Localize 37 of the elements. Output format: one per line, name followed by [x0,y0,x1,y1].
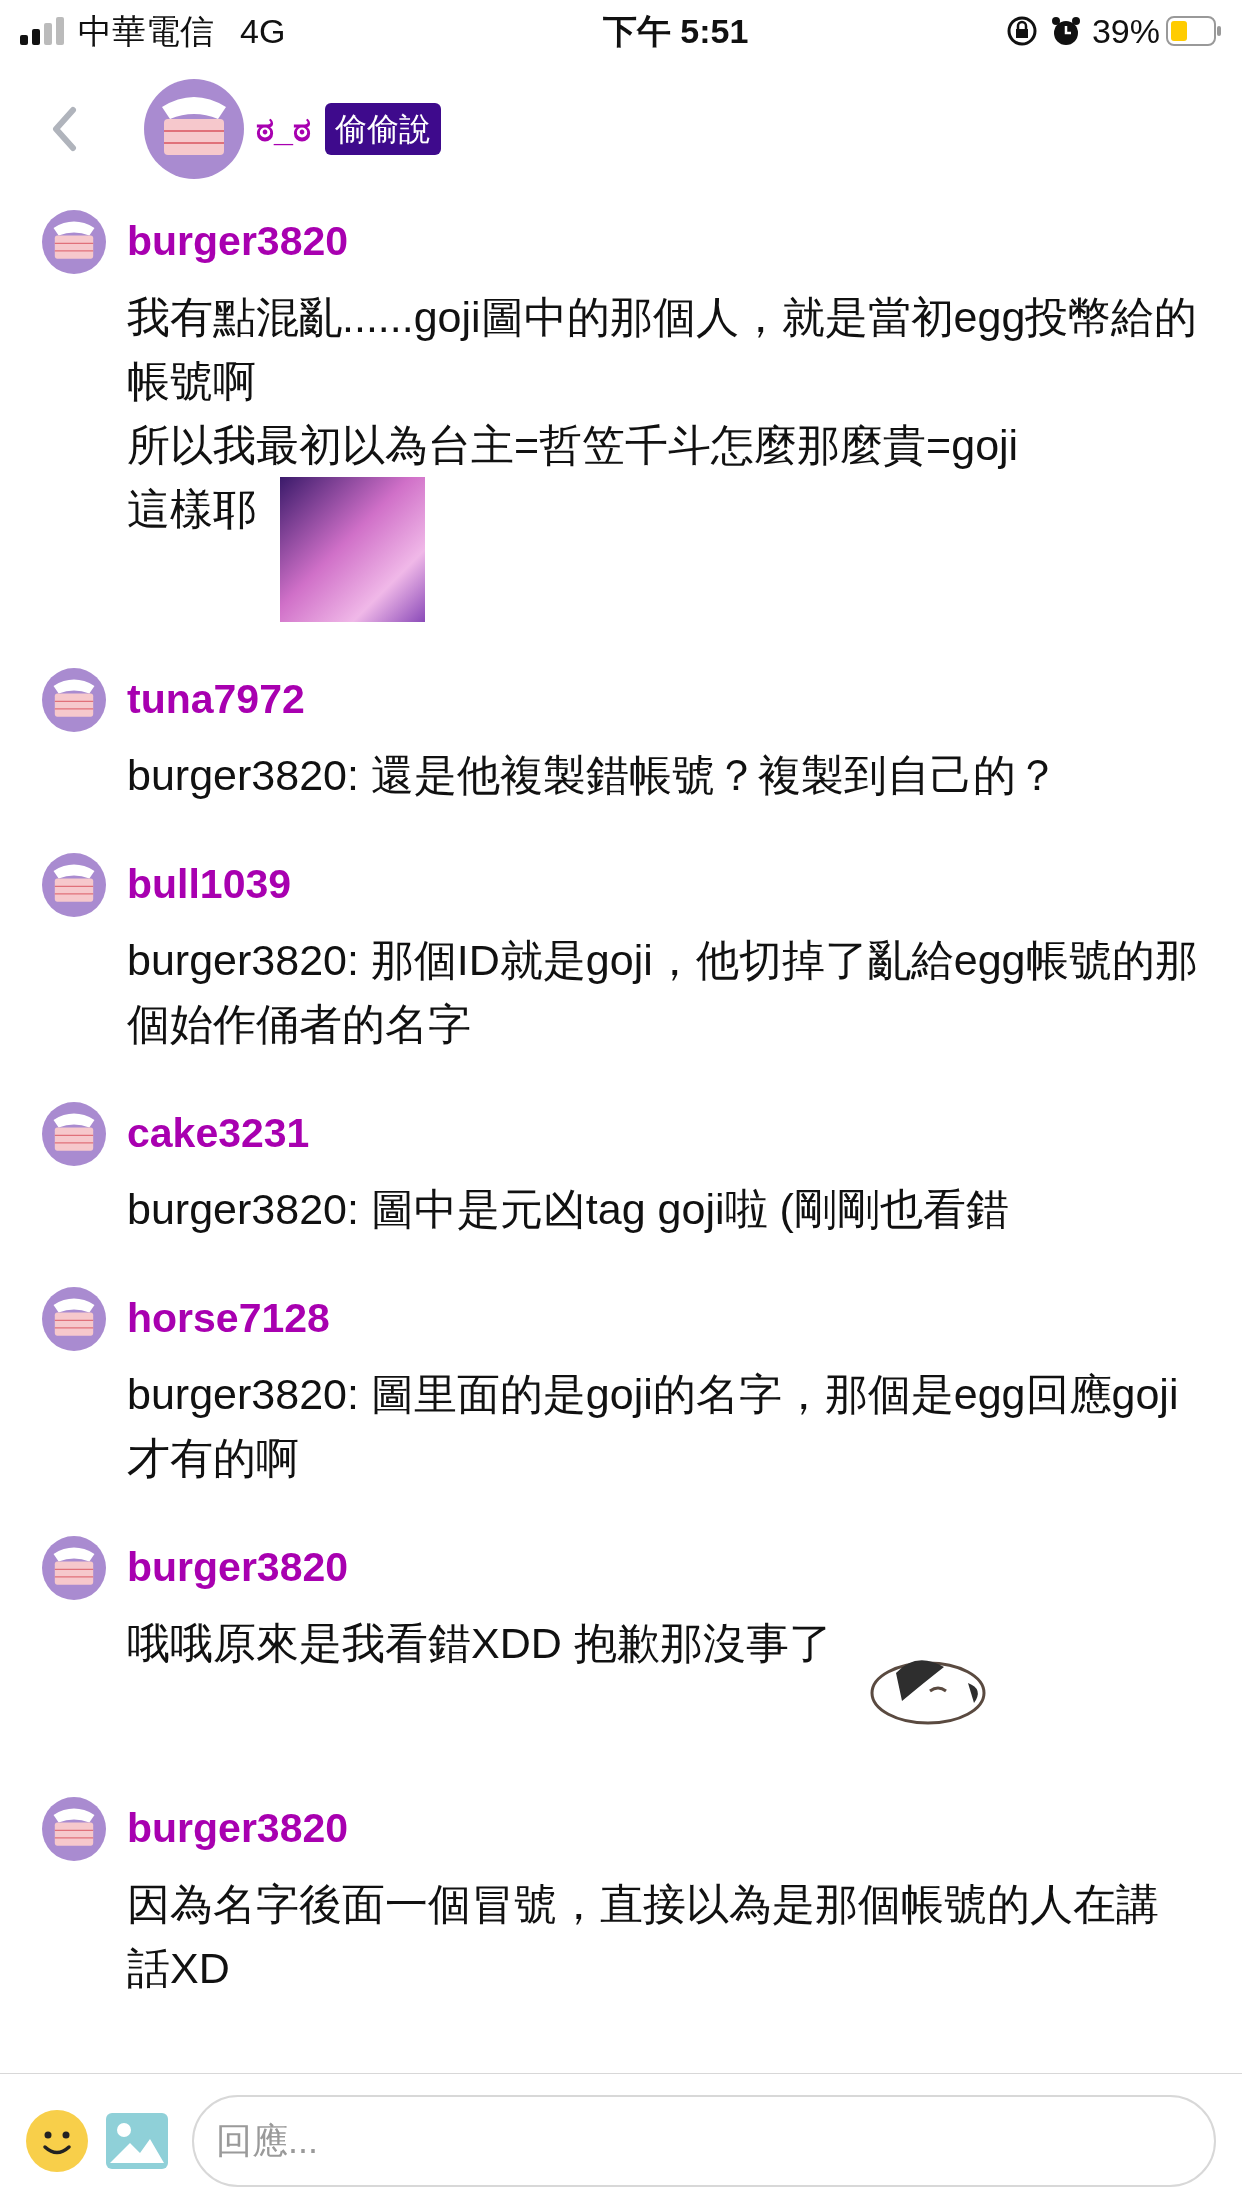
message-text: 這樣耶 [127,485,256,533]
user-avatar [42,1102,106,1166]
username: bull1039 [127,860,292,910]
user-avatar [42,853,106,917]
username: burger3820 [127,1543,349,1593]
username: burger3820 [127,217,349,267]
message-text: 所以我最初以為台主=哲笠千斗怎麼那麼貴=goji [127,420,1019,471]
reply-input-field[interactable]: 回應... [192,2095,1216,2187]
user-avatar [42,1536,106,1600]
message-text: burger3820: 圖中是元凶tag goji啦 (剛剛也看錯 [127,1185,1009,1233]
user-avatar [42,1797,106,1861]
battery-icon [1166,16,1222,46]
username: burger3820 [127,1804,349,1854]
user-avatar [42,1287,106,1351]
chat-title: ಠ_ಠ [256,108,311,150]
back-icon [51,106,77,152]
message-text: 哦哦原來是我看錯XDD 抱歉那沒事了 [127,1619,832,1667]
alarm-icon [1049,15,1082,47]
message-text: burger3820: 圖里面的是goji的名字，那個是egg回應goji才有的啊 [127,1370,1179,1482]
message-text: burger3820: 還是他複製錯帳號？複製到自己的？ [127,751,1059,799]
image-icon [106,2113,168,2169]
message-text: burger3820: 那個ID就是goji，他切掉了亂給egg帳號的那個始作俑者的名字 [127,936,1198,1048]
username: tuna7972 [127,675,305,725]
carrier-name: 中華電信 [78,10,214,52]
user-avatar [42,210,106,274]
emoji-icon [26,2110,88,2172]
network-type: 4G [240,10,286,52]
clock-time: 下午 5:51 [602,10,749,52]
battery-percent: 39% [1091,10,1160,52]
anonymous-badge: 偷偷說 [324,103,441,155]
username: cake3231 [127,1109,310,1159]
rotation-lock-icon [1005,15,1038,47]
message-text: 因為名字後面一個冒號，直接以為是那個帳號的人在講話XD [127,1880,1159,1992]
username: horse7128 [127,1294,330,1344]
signal-icon [20,17,64,45]
message-text: 我有點混亂......goji圖中的那個人，就是當初egg投幣給的帳號啊 [127,292,1199,407]
user-avatar [42,668,106,732]
